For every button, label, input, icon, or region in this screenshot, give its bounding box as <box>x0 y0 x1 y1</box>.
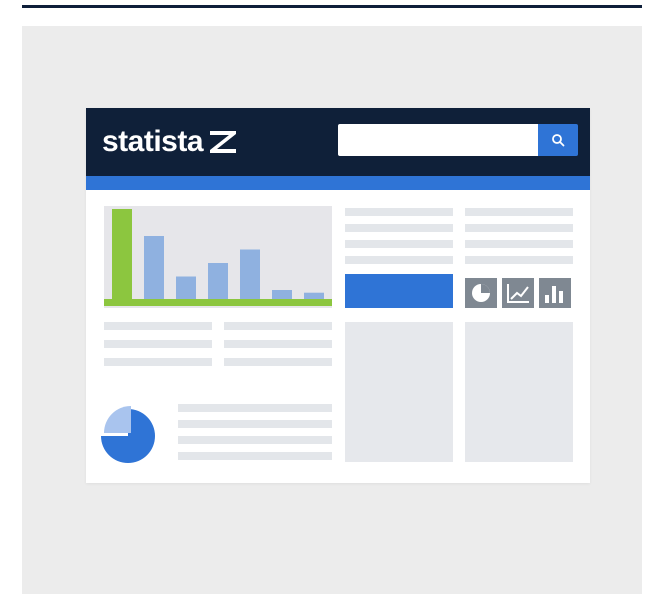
text-line-placeholder <box>104 322 212 330</box>
text-line-placeholder <box>178 436 332 444</box>
chart-baseline <box>104 299 332 306</box>
text-line-placeholder <box>178 404 332 412</box>
pie-chart-icon <box>472 284 490 302</box>
search-input[interactable] <box>338 124 538 156</box>
text-line-placeholder <box>465 240 573 248</box>
text-line-placeholder <box>178 452 332 460</box>
bar-1 <box>112 209 132 299</box>
line-chart-type-button[interactable] <box>502 278 534 308</box>
bar-5 <box>240 249 260 299</box>
pie-chart[interactable] <box>100 404 160 464</box>
logo-text: statista <box>102 125 204 158</box>
primary-action-button[interactable] <box>345 274 453 308</box>
line-chart-icon <box>507 284 529 303</box>
text-line-placeholder <box>345 240 453 248</box>
accent-bar <box>86 176 590 190</box>
text-line-placeholder <box>224 358 332 366</box>
top-rule <box>22 5 642 8</box>
header-bar: statista <box>86 108 590 176</box>
text-line-placeholder <box>345 208 453 216</box>
bar-7 <box>304 292 324 299</box>
bar-4 <box>208 263 228 299</box>
text-line-placeholder <box>465 208 573 216</box>
text-line-placeholder <box>224 322 332 330</box>
text-line-placeholder <box>345 256 453 264</box>
pie-chart-type-button[interactable] <box>465 278 497 308</box>
search-button[interactable] <box>538 124 578 156</box>
logo-mark-icon <box>210 131 237 153</box>
text-line-placeholder <box>104 340 212 348</box>
bar-chart-icon <box>545 286 563 303</box>
text-line-placeholder <box>345 224 453 232</box>
pie-slice-2 <box>104 406 131 433</box>
bar-chart[interactable] <box>104 206 332 308</box>
bar-3 <box>176 276 196 299</box>
text-line-placeholder <box>465 224 573 232</box>
content-panel <box>465 322 573 462</box>
text-line-placeholder <box>465 256 573 264</box>
text-line-placeholder <box>178 420 332 428</box>
bar-6 <box>272 290 292 299</box>
bar-chart-svg <box>104 209 332 306</box>
search-bar <box>338 124 578 156</box>
text-line-placeholder <box>104 358 212 366</box>
statista-window: statista <box>86 108 590 483</box>
search-icon <box>552 134 565 147</box>
bar-chart-type-button[interactable] <box>539 278 571 308</box>
text-line-placeholder <box>224 340 332 348</box>
content-panel <box>345 322 453 462</box>
statista-logo[interactable]: statista <box>102 124 237 160</box>
bar-2 <box>144 236 164 299</box>
